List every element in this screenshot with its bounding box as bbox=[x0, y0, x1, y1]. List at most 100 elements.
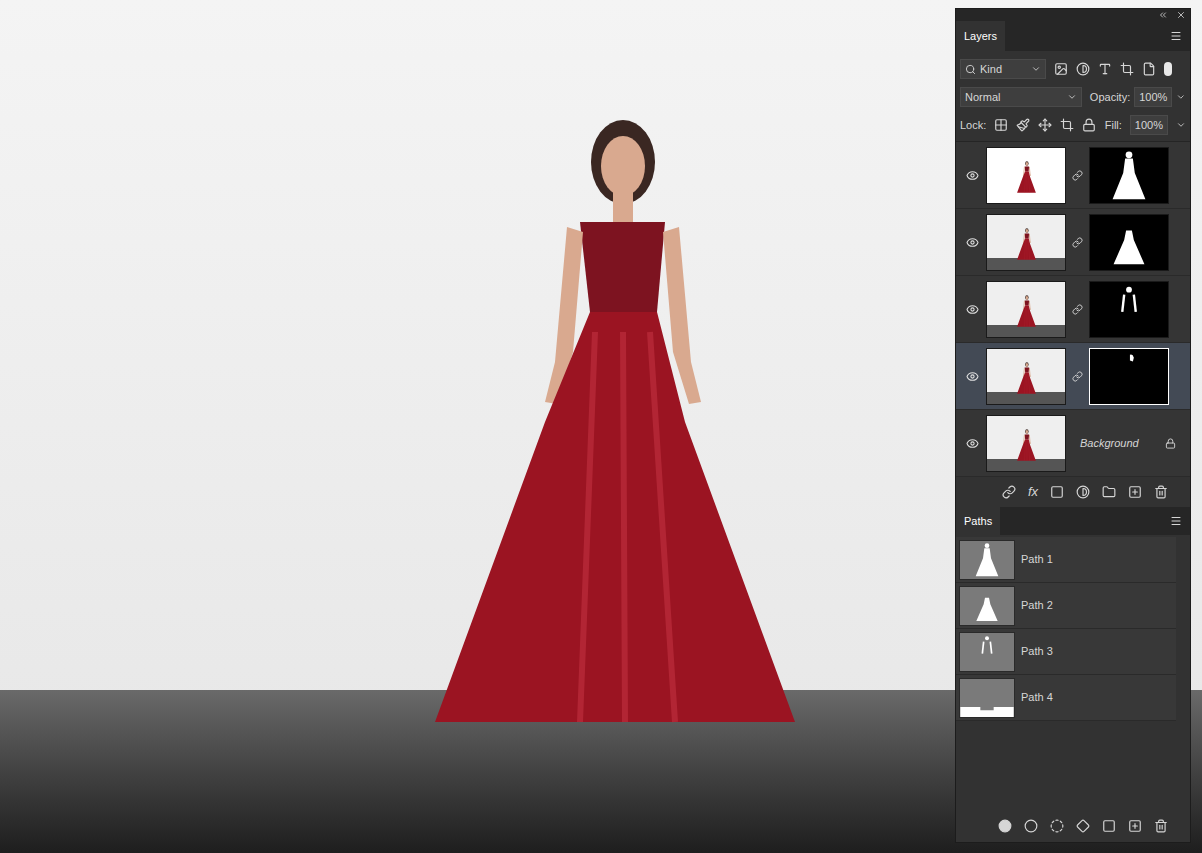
layers-tab[interactable]: Layers bbox=[956, 21, 1005, 51]
chevron-icon bbox=[1031, 64, 1041, 74]
paths-toolbar bbox=[956, 810, 1190, 842]
layer-thumbnail bbox=[986, 281, 1066, 338]
fill-chevron-icon[interactable] bbox=[1176, 120, 1186, 130]
mask-shape-icon bbox=[1090, 349, 1168, 404]
layer-thumbnail bbox=[986, 415, 1066, 472]
delete-layer-icon[interactable] bbox=[1154, 485, 1168, 499]
path-thumbnail bbox=[959, 540, 1015, 580]
layer-mask-thumbnail[interactable] bbox=[1089, 281, 1169, 338]
lock-row: Lock: Fill: 100% bbox=[956, 111, 1190, 139]
visibility-eye-icon[interactable] bbox=[966, 236, 979, 249]
panel-menu-icon[interactable] bbox=[1170, 30, 1182, 42]
thumb-figure-icon bbox=[1015, 420, 1039, 470]
link-layers-icon[interactable] bbox=[1002, 485, 1016, 499]
layers-tabbar: Layers bbox=[956, 21, 1190, 51]
mask-link-icon[interactable] bbox=[1072, 304, 1083, 315]
add-mask-icon[interactable] bbox=[1050, 485, 1064, 499]
path-name[interactable]: Path 3 bbox=[1021, 643, 1053, 660]
layer-thumbnail bbox=[986, 147, 1066, 204]
adjustment-layer-icon[interactable] bbox=[1076, 485, 1090, 499]
visibility-eye-icon[interactable] bbox=[966, 303, 979, 316]
collapse-icon[interactable] bbox=[1158, 10, 1168, 20]
mask-shape-icon bbox=[960, 541, 1014, 579]
panels-dock: Layers Kind Normal Opacity:100% Lock: Fill: 10… bbox=[955, 8, 1191, 843]
thumb-figure-icon bbox=[1015, 219, 1039, 269]
mask-link-icon[interactable] bbox=[1072, 237, 1083, 248]
make-work-path-icon[interactable] bbox=[1076, 819, 1090, 833]
mask-shape-icon bbox=[1090, 215, 1168, 270]
layer-row[interactable] bbox=[956, 209, 1190, 276]
layers-toolbar: fx bbox=[956, 477, 1190, 507]
blend-row: Normal Opacity:100% bbox=[956, 83, 1190, 111]
lock-label: Lock: bbox=[960, 117, 986, 134]
fill-label: Fill: bbox=[1105, 117, 1122, 134]
new-layer-icon[interactable] bbox=[1128, 485, 1142, 499]
smart-object-filter-icon[interactable] bbox=[1142, 62, 1156, 76]
lock-artboard-icon[interactable] bbox=[1060, 118, 1074, 132]
fill-path-icon[interactable] bbox=[998, 819, 1012, 833]
path-thumbnail bbox=[959, 678, 1015, 718]
dock-titlebar bbox=[956, 9, 1190, 21]
layer-row[interactable] bbox=[956, 343, 1190, 410]
path-name[interactable]: Path 2 bbox=[1021, 597, 1053, 614]
pixel-filter-icon[interactable] bbox=[1054, 62, 1068, 76]
path-name[interactable]: Path 4 bbox=[1021, 689, 1053, 706]
adjustment-filter-icon[interactable] bbox=[1076, 62, 1090, 76]
thumb-figure-icon bbox=[1015, 353, 1039, 403]
filter-dropdown[interactable]: Kind bbox=[960, 59, 1046, 79]
visibility-eye-icon[interactable] bbox=[966, 370, 979, 383]
delete-path-icon[interactable] bbox=[1154, 819, 1168, 833]
path-thumbnail bbox=[959, 632, 1015, 672]
opacity-label: Opacity: bbox=[1090, 89, 1130, 106]
new-path-icon[interactable] bbox=[1128, 819, 1142, 833]
blend-mode-dropdown[interactable]: Normal bbox=[960, 87, 1082, 107]
fill-field[interactable]: 100% bbox=[1130, 115, 1168, 135]
layer-thumbnail bbox=[986, 348, 1066, 405]
layer-row[interactable] bbox=[956, 142, 1190, 209]
type-filter-icon[interactable] bbox=[1098, 62, 1112, 76]
stroke-path-icon[interactable] bbox=[1024, 819, 1038, 833]
mask-link-icon[interactable] bbox=[1072, 371, 1083, 382]
visibility-eye-icon[interactable] bbox=[966, 437, 979, 450]
lock-all-icon[interactable] bbox=[1082, 118, 1096, 132]
layer-row[interactable]: Background bbox=[956, 410, 1190, 477]
path-thumbnail bbox=[959, 586, 1015, 626]
search-icon bbox=[965, 64, 976, 75]
model-figure-icon bbox=[395, 22, 855, 822]
add-mask-icon[interactable] bbox=[1102, 819, 1116, 833]
layer-mask-thumbnail[interactable] bbox=[1089, 348, 1169, 405]
layer-row[interactable] bbox=[956, 276, 1190, 343]
paths-menu-icon[interactable] bbox=[1170, 515, 1182, 527]
lock-transparency-icon[interactable] bbox=[994, 118, 1008, 132]
close-icon[interactable] bbox=[1176, 10, 1186, 20]
mask-shape-icon bbox=[960, 633, 1014, 671]
layer-mask-thumbnail[interactable] bbox=[1089, 214, 1169, 271]
opacity-field[interactable]: 100% bbox=[1134, 87, 1172, 107]
lock-pixels-icon[interactable] bbox=[1016, 118, 1030, 132]
mask-shape-icon bbox=[1090, 148, 1168, 203]
path-row[interactable]: Path 2 bbox=[956, 583, 1176, 629]
path-row[interactable]: Path 4 bbox=[956, 675, 1176, 721]
layer-thumbnail bbox=[986, 214, 1066, 271]
new-group-icon[interactable] bbox=[1102, 485, 1116, 499]
layer-lock-icon bbox=[1165, 438, 1176, 449]
opacity-chevron-icon[interactable] bbox=[1176, 92, 1186, 102]
layers-list: Background bbox=[956, 141, 1190, 477]
lock-position-icon[interactable] bbox=[1038, 118, 1052, 132]
mask-shape-icon bbox=[960, 679, 1014, 717]
layer-mask-thumbnail[interactable] bbox=[1089, 147, 1169, 204]
paths-list: Path 1 Path 2 Path 3 Path 4 bbox=[956, 535, 1190, 810]
paths-tab[interactable]: Paths bbox=[956, 507, 1000, 535]
path-name[interactable]: Path 1 bbox=[1021, 551, 1053, 568]
filter-row: Kind bbox=[956, 55, 1190, 83]
thumb-figure-icon bbox=[1015, 152, 1039, 202]
layer-name[interactable]: Background bbox=[1080, 435, 1139, 452]
fx-button[interactable]: fx bbox=[1028, 482, 1038, 502]
mask-link-icon[interactable] bbox=[1072, 170, 1083, 181]
filter-toggle[interactable] bbox=[1164, 62, 1172, 76]
shape-filter-icon[interactable] bbox=[1120, 62, 1134, 76]
path-row[interactable]: Path 1 bbox=[956, 537, 1176, 583]
load-selection-icon[interactable] bbox=[1050, 819, 1064, 833]
path-row[interactable]: Path 3 bbox=[956, 629, 1176, 675]
visibility-eye-icon[interactable] bbox=[966, 169, 979, 182]
